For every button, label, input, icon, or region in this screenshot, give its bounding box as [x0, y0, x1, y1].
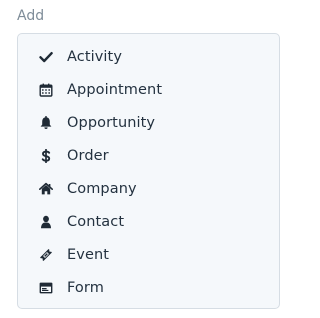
menu-item-company[interactable]: Company [18, 172, 279, 205]
bell-icon [39, 115, 53, 130]
menu-item-activity[interactable]: Activity [18, 40, 279, 73]
menu-item-order[interactable]: Order [18, 139, 279, 172]
menu-item-label: Appointment [67, 81, 163, 98]
menu-item-appointment[interactable]: Appointment [18, 73, 279, 106]
menu-item-contact[interactable]: Contact [18, 205, 279, 238]
menu-item-label: Event [67, 246, 110, 263]
menu-item-opportunity[interactable]: Opportunity [18, 106, 279, 139]
user-icon [39, 215, 53, 229]
menu-item-label: Order [67, 147, 109, 164]
calendar-icon [39, 83, 53, 97]
form-icon [39, 281, 53, 295]
dollar-icon [39, 148, 53, 163]
menu-item-label: Company [67, 180, 137, 197]
menu-item-label: Form [67, 279, 104, 296]
ticket-icon [39, 248, 53, 262]
add-label: Add [17, 8, 45, 24]
menu-item-label: Activity [67, 48, 123, 65]
menu-item-label: Opportunity [67, 114, 156, 131]
home-icon [39, 182, 53, 196]
menu-item-form[interactable]: Form [18, 271, 279, 304]
menu-item-event[interactable]: Event [18, 238, 279, 271]
menu-item-label: Contact [67, 213, 125, 230]
add-dropdown-menu: Activity Appointment Opportunity Order C… [17, 33, 280, 309]
check-icon [39, 50, 53, 64]
